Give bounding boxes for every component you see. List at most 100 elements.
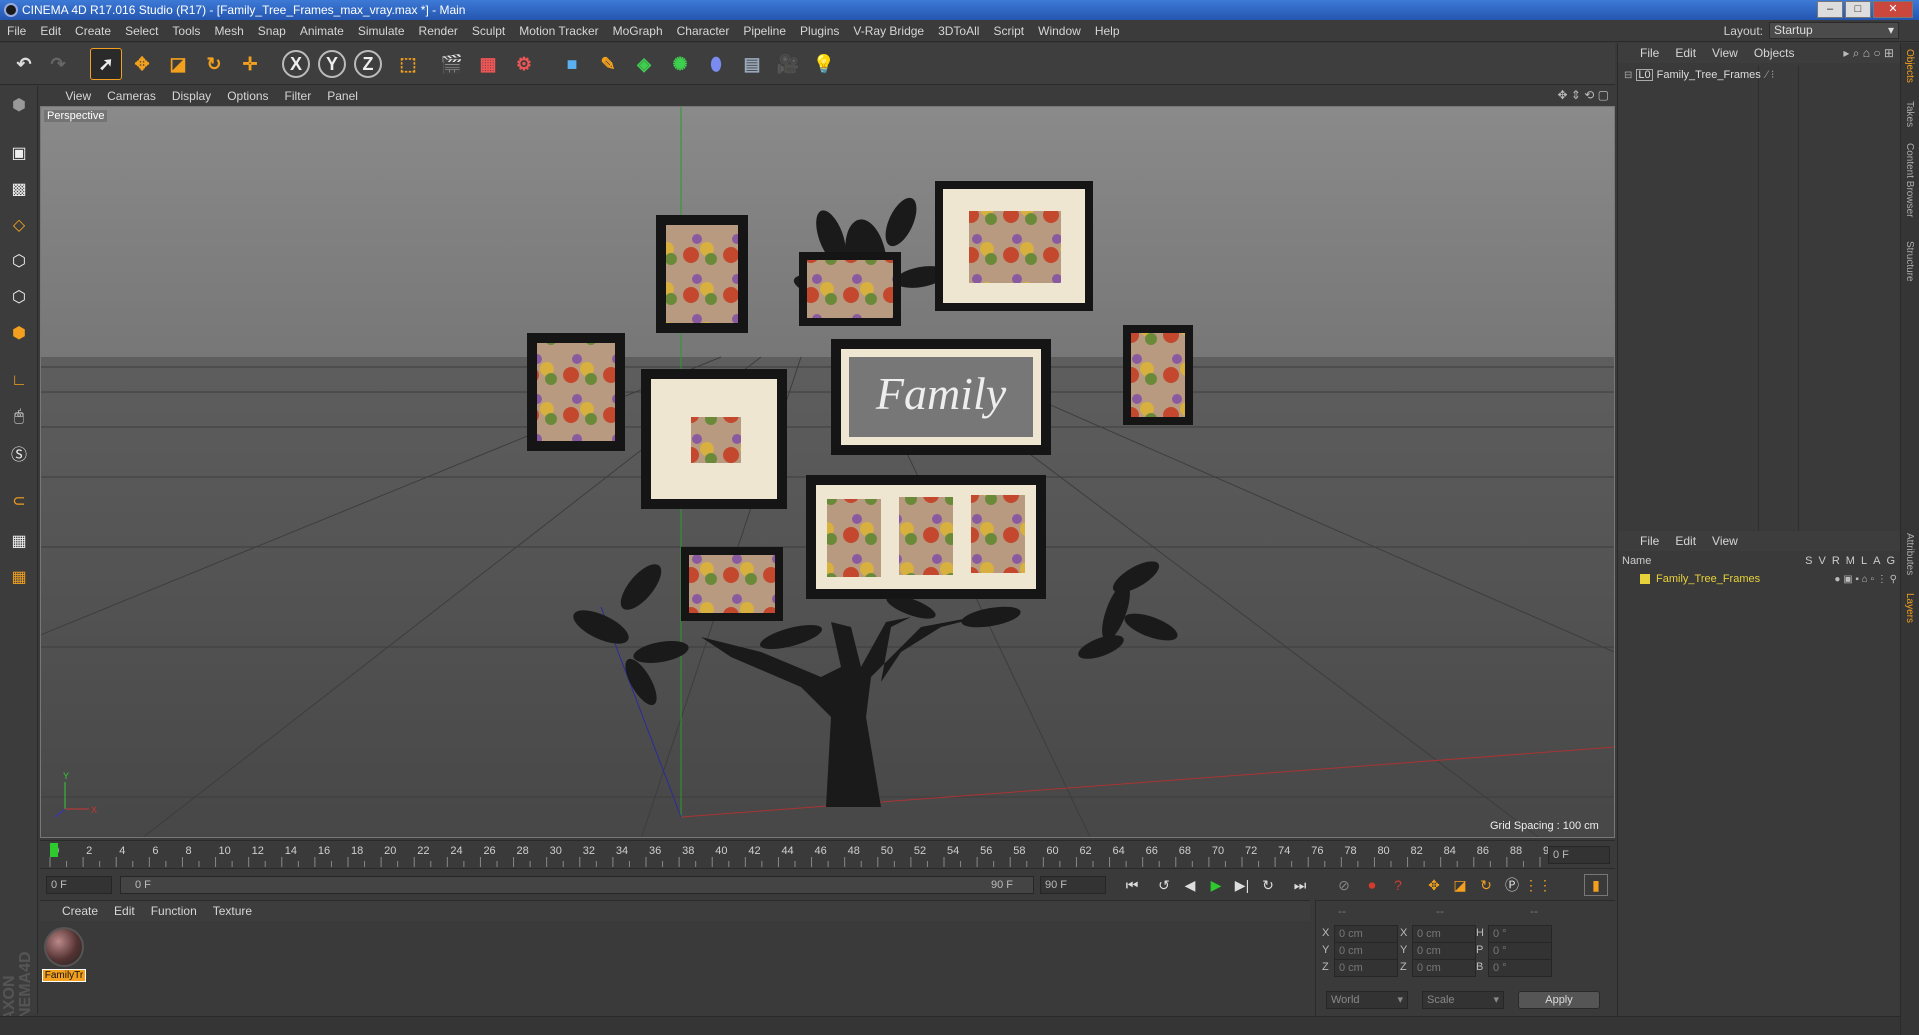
- point-level-key-icon[interactable]: ⋮⋮: [1524, 874, 1552, 896]
- coord-field-b-1[interactable]: 0 cm: [1412, 942, 1476, 960]
- previous-frame-icon[interactable]: ◀: [1178, 874, 1202, 896]
- scale-tool-icon[interactable]: ◪: [162, 48, 194, 80]
- snap-icon[interactable]: Ⓢ: [3, 438, 35, 468]
- auto-key-icon[interactable]: ⏺: [1360, 874, 1384, 896]
- layer-color-swatch[interactable]: [1640, 574, 1650, 584]
- menu-script[interactable]: Script: [986, 20, 1031, 42]
- points-mode-icon[interactable]: ⬡: [3, 246, 35, 276]
- viewport-menu-view[interactable]: View: [57, 86, 99, 106]
- tab-objects[interactable]: Objects: [1904, 49, 1915, 83]
- menu-create[interactable]: Create: [68, 20, 118, 42]
- object-menu-file[interactable]: File: [1632, 43, 1667, 63]
- model-mode-icon[interactable]: ▣: [3, 138, 35, 168]
- current-frame-field[interactable]: 0 F: [1548, 846, 1610, 864]
- menu-tools[interactable]: Tools: [165, 20, 207, 42]
- y-axis-icon[interactable]: Y: [318, 50, 346, 78]
- menu-select[interactable]: Select: [118, 20, 165, 42]
- material-swatch[interactable]: FamilyTr: [42, 927, 86, 983]
- menu-3dtoall[interactable]: 3DToAll: [931, 20, 986, 42]
- select-tool-icon[interactable]: ➚: [90, 48, 122, 80]
- visibility-toggle-icon[interactable]: ⁄ ⁝: [1766, 68, 1774, 81]
- z-axis-icon[interactable]: Z: [354, 50, 382, 78]
- coord-field-c-0[interactable]: 0 °: [1488, 925, 1552, 943]
- material-menu-edit[interactable]: Edit: [106, 901, 143, 921]
- undo-icon[interactable]: ↶: [8, 48, 40, 80]
- menu-motion-tracker[interactable]: Motion Tracker: [512, 20, 605, 42]
- play-icon[interactable]: ▶: [1204, 874, 1228, 896]
- floor-icon[interactable]: ▤: [736, 48, 768, 80]
- material-menu-function[interactable]: Function: [143, 901, 205, 921]
- close-button[interactable]: ✕: [1873, 1, 1913, 18]
- playhead[interactable]: [50, 843, 58, 857]
- go-to-start-icon[interactable]: ⏮: [1120, 874, 1144, 896]
- menu-snap[interactable]: Snap: [251, 20, 293, 42]
- coord-field-a-0[interactable]: 0 cm: [1334, 925, 1398, 943]
- render-view-icon[interactable]: 🎬: [436, 48, 468, 80]
- next-key-icon[interactable]: ↻: [1256, 874, 1280, 896]
- layer-menu-edit[interactable]: Edit: [1667, 531, 1704, 551]
- texture-mode-icon[interactable]: ▩: [3, 174, 35, 204]
- menu-simulate[interactable]: Simulate: [351, 20, 412, 42]
- keyframe-selection-icon[interactable]: ?: [1386, 874, 1410, 896]
- menu-mograph[interactable]: MoGraph: [606, 20, 670, 42]
- make-editable-icon[interactable]: ⬢: [3, 90, 35, 120]
- timeline-ruler[interactable]: 0246810121416182022242628303234363840424…: [40, 840, 1615, 868]
- viewport-menu-options[interactable]: Options: [219, 86, 276, 106]
- move-tool-icon[interactable]: ✥: [126, 48, 158, 80]
- rotate-tool-icon[interactable]: ↻: [198, 48, 230, 80]
- menu-file[interactable]: File: [0, 20, 33, 42]
- layout-select[interactable]: Startup ▾: [1769, 22, 1899, 39]
- coord-field-c-1[interactable]: 0 °: [1488, 942, 1552, 960]
- scale-select[interactable]: Scale ▾: [1422, 991, 1504, 1009]
- layer-menu-file[interactable]: File: [1632, 531, 1667, 551]
- camera-icon[interactable]: 🎥: [772, 48, 804, 80]
- end-frame-field[interactable]: 90 F: [1040, 876, 1106, 894]
- previous-key-icon[interactable]: ↺: [1152, 874, 1176, 896]
- menu-render[interactable]: Render: [412, 20, 465, 42]
- frame-range-slider[interactable]: 0 F 90 F: [120, 876, 1034, 894]
- menu-character[interactable]: Character: [670, 20, 737, 42]
- menu-plugins[interactable]: Plugins: [793, 20, 846, 42]
- menu-edit[interactable]: Edit: [33, 20, 68, 42]
- object-menu-edit[interactable]: Edit: [1667, 43, 1704, 63]
- rotation-key-icon[interactable]: ↻: [1474, 874, 1498, 896]
- tweak-mode-icon[interactable]: 🖱: [3, 402, 35, 432]
- coord-field-a-1[interactable]: 0 cm: [1334, 942, 1398, 960]
- tab-structure[interactable]: Structure: [1904, 241, 1915, 282]
- coord-field-b-2[interactable]: 0 cm: [1412, 959, 1476, 977]
- world-select[interactable]: World ▾: [1326, 991, 1408, 1009]
- menu-pipeline[interactable]: Pipeline: [736, 20, 793, 42]
- tab-content-browser[interactable]: Content Browser: [1904, 143, 1915, 217]
- workplane-icon[interactable]: ◇: [3, 210, 35, 240]
- deformer-icon[interactable]: ⬮: [700, 48, 732, 80]
- axis-mode-icon[interactable]: ∟: [3, 366, 35, 396]
- render-picture-viewer-icon[interactable]: ▦: [472, 48, 504, 80]
- magnet-icon[interactable]: ⊂: [3, 486, 35, 516]
- cloner-icon[interactable]: ✺: [664, 48, 696, 80]
- viewport-nav-icons[interactable]: ✥ ⇕ ⟲ ▢: [1557, 88, 1609, 102]
- menu-mesh[interactable]: Mesh: [207, 20, 250, 42]
- record-keys-icon[interactable]: ⊘: [1332, 874, 1356, 896]
- viewport-menu-cameras[interactable]: Cameras: [99, 86, 164, 106]
- menu-sculpt[interactable]: Sculpt: [465, 20, 512, 42]
- start-frame-field[interactable]: 0 F: [46, 876, 112, 894]
- menu-v-ray-bridge[interactable]: V-Ray Bridge: [846, 20, 931, 42]
- viewport-menu-filter[interactable]: Filter: [277, 86, 320, 106]
- go-to-end-icon[interactable]: ⏭: [1288, 874, 1312, 896]
- perspective-viewport[interactable]: Family Y X: [40, 106, 1615, 838]
- coord-field-a-2[interactable]: 0 cm: [1334, 959, 1398, 977]
- viewport-menu-panel[interactable]: Panel: [319, 86, 366, 106]
- expand-icon[interactable]: ⊟: [1624, 70, 1632, 81]
- timeline-window-icon[interactable]: ▮: [1584, 874, 1608, 896]
- polygons-mode-icon[interactable]: ⬢: [3, 318, 35, 348]
- object-row[interactable]: ⊟ L0 Family_Tree_Frames: [1624, 67, 1761, 83]
- material-menu-texture[interactable]: Texture: [205, 901, 260, 921]
- coord-field-c-2[interactable]: 0 °: [1488, 959, 1552, 977]
- coordinate-system-icon[interactable]: ⬚: [392, 48, 424, 80]
- lock-workplane-icon[interactable]: ▦: [3, 526, 35, 556]
- position-key-icon[interactable]: ✥: [1422, 874, 1446, 896]
- viewport-menu-display[interactable]: Display: [164, 86, 219, 106]
- transform-tool-icon[interactable]: ✛: [234, 48, 266, 80]
- scale-key-icon[interactable]: ◪: [1448, 874, 1472, 896]
- object-menu-objects[interactable]: Objects: [1746, 43, 1803, 63]
